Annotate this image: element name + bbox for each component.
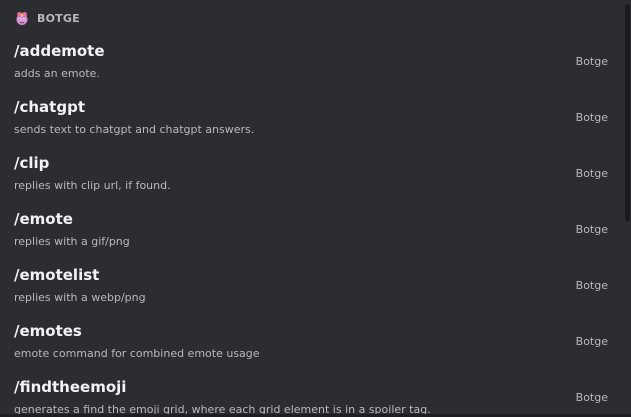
command-item-chatgpt[interactable]: /chatgpt sends text to chatgpt and chatg… xyxy=(0,92,622,148)
scrollbar[interactable] xyxy=(622,0,631,417)
command-source: Botge xyxy=(575,279,608,292)
scrollbar-thumb[interactable] xyxy=(625,4,630,222)
command-item-emotelist[interactable]: /emotelist replies with a webp/png Botge xyxy=(0,260,622,316)
command-description: replies with a gif/png xyxy=(14,235,130,248)
app-section-header: BOTGE xyxy=(14,9,80,27)
command-name: /findtheemoji xyxy=(14,378,127,396)
command-item-emotes[interactable]: /emotes emote command for combined emote… xyxy=(0,316,622,372)
command-source: Botge xyxy=(575,111,608,124)
command-item-findtheemoji[interactable]: /findtheemoji generates a find the emoji… xyxy=(0,372,622,417)
command-name: /chatgpt xyxy=(14,98,85,116)
command-list: /addemote adds an emote. Botge /chatgpt … xyxy=(0,36,622,417)
command-name: /clip xyxy=(14,154,50,172)
command-source: Botge xyxy=(575,335,608,348)
command-description: replies with a webp/png xyxy=(14,291,146,304)
command-name: /addemote xyxy=(14,42,105,60)
command-item-addemote[interactable]: /addemote adds an emote. Botge xyxy=(0,36,622,92)
command-source: Botge xyxy=(575,167,608,180)
command-description: replies with clip url, if found. xyxy=(14,179,171,192)
command-name: /emotelist xyxy=(14,266,100,284)
command-description: adds an emote. xyxy=(14,67,100,80)
command-name: /emote xyxy=(14,210,73,228)
command-source: Botge xyxy=(575,223,608,236)
command-description: emote command for combined emote usage xyxy=(14,347,260,360)
command-source: Botge xyxy=(575,391,608,404)
command-item-emote[interactable]: /emote replies with a gif/png Botge xyxy=(0,204,622,260)
command-item-clip[interactable]: /clip replies with clip url, if found. B… xyxy=(0,148,622,204)
command-source: Botge xyxy=(575,55,608,68)
app-name-label: BOTGE xyxy=(37,11,80,25)
command-description: sends text to chatgpt and chatgpt answer… xyxy=(14,123,255,136)
command-name: /emotes xyxy=(14,322,82,340)
command-picker-panel: BOTGE /addemote adds an emote. Botge /ch… xyxy=(0,0,631,417)
botge-avatar-icon xyxy=(16,12,28,25)
